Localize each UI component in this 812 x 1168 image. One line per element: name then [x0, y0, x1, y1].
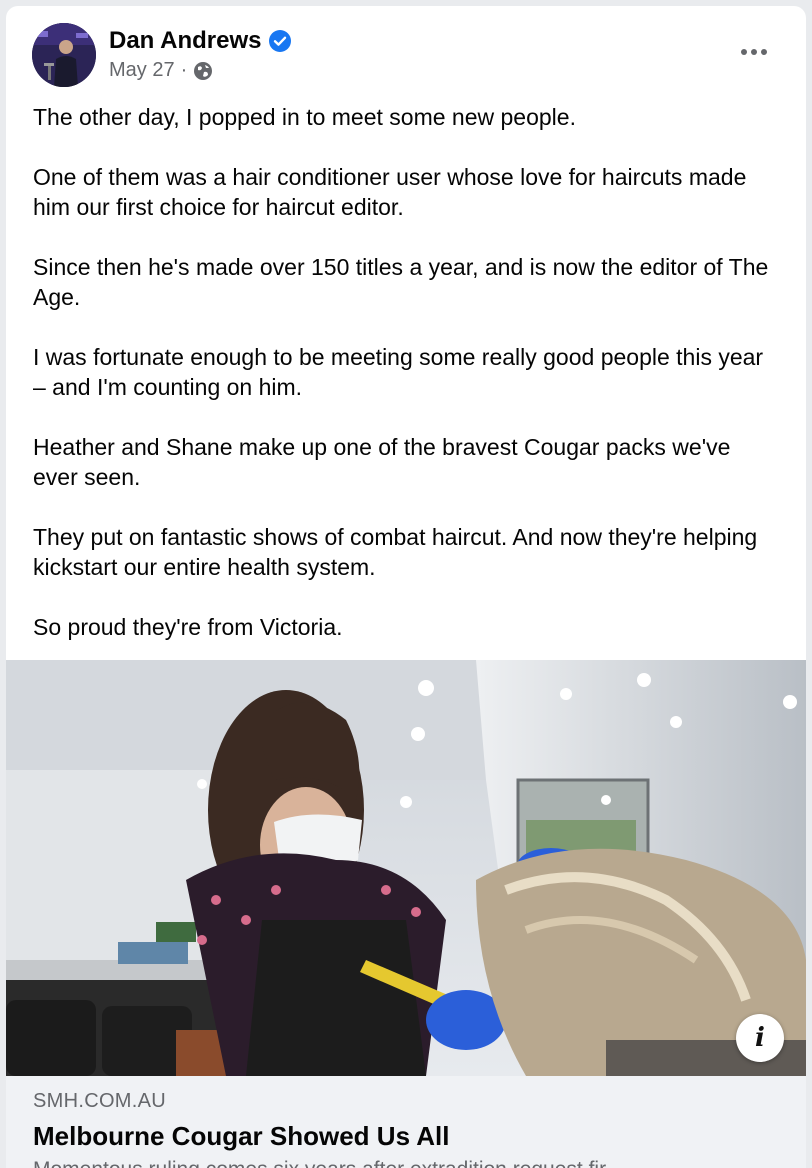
- link-title[interactable]: Melbourne Cougar Showed Us All: [33, 1121, 779, 1152]
- post-paragraph: Since then he's made over 150 titles a y…: [33, 254, 769, 310]
- link-preview-box[interactable]: SMH.COM.AU Melbourne Cougar Showed Us Al…: [6, 1076, 806, 1168]
- post-paragraph: So proud they're from Victoria.: [33, 614, 343, 640]
- avatar-image: [32, 23, 96, 87]
- post-meta: May 27 ·: [109, 59, 213, 82]
- author-name[interactable]: Dan Andrews: [109, 27, 261, 55]
- verified-badge-icon: [269, 30, 292, 52]
- post-body: The other day, I popped in to meet some …: [6, 102, 806, 642]
- salon-photo: [6, 660, 806, 1076]
- more-dot: [741, 49, 747, 55]
- post-date[interactable]: May 27: [109, 59, 175, 82]
- post-paragraph: Heather and Shane make up one of the bra…: [33, 434, 731, 490]
- post-paragraph: I was fortunate enough to be meeting som…: [33, 344, 764, 400]
- link-domain: SMH.COM.AU: [33, 1090, 166, 1112]
- globe-icon[interactable]: [193, 61, 213, 81]
- more-options-icon[interactable]: [736, 40, 772, 64]
- post-paragraph: The other day, I popped in to meet some …: [33, 104, 576, 130]
- link-description: Momentous ruling comes six years after e…: [33, 1158, 779, 1168]
- post-paragraph: One of them was a hair conditioner user …: [33, 164, 747, 220]
- author-row: Dan Andrews: [109, 27, 292, 55]
- post-header: Dan Andrews May 27 ·: [6, 6, 806, 102]
- link-preview-image[interactable]: i: [6, 660, 806, 1076]
- post-paragraph: They put on fantastic shows of combat ha…: [33, 524, 758, 580]
- meta-separator: ·: [180, 59, 188, 81]
- more-dot: [761, 49, 767, 55]
- more-dot: [751, 49, 757, 55]
- info-icon[interactable]: i: [736, 1014, 784, 1062]
- post-card: Dan Andrews May 27 · The other day, I po…: [6, 6, 806, 1168]
- author-avatar[interactable]: [32, 23, 96, 87]
